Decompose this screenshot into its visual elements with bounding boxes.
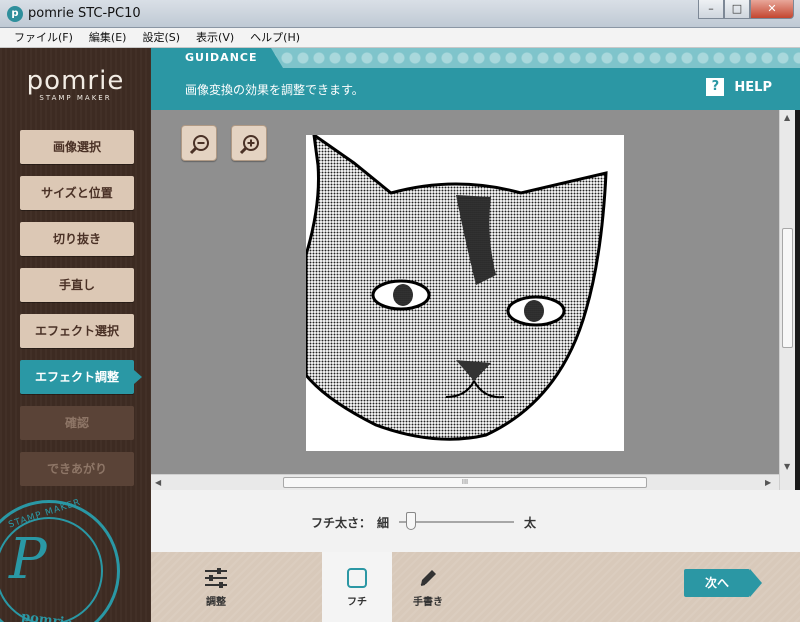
window-title: pomrie STC-PC10 — [28, 6, 141, 21]
bottom-toolbar: 調整 フチ 手書き 次へ — [151, 552, 800, 622]
scroll-left-icon[interactable]: ◀ — [155, 478, 161, 487]
nav-retouch[interactable]: 手直し — [20, 268, 134, 302]
tool-handwrite[interactable]: 手書き — [393, 552, 463, 622]
stamp-maker-seal: STAMP MAKER P pomrie — [0, 498, 120, 622]
nav-size-position[interactable]: サイズと位置 — [20, 176, 134, 210]
menu-view[interactable]: 表示(V) — [196, 28, 234, 47]
tool-adjust-label: 調整 — [206, 597, 226, 608]
border-width-panel: フチ太さ： 細 太 — [151, 490, 800, 552]
close-button[interactable]: ✕ — [750, 0, 794, 19]
menu-file[interactable]: ファイル(F) — [14, 28, 73, 47]
square-outline-icon — [347, 568, 367, 588]
maximize-button[interactable]: □ — [724, 0, 750, 19]
guidance-panel: GUIDANCE 画像変換の効果を調整できます。 ? HELP — [151, 48, 800, 110]
guidance-tab: GUIDANCE — [151, 48, 283, 68]
nav-confirm: 確認 — [20, 406, 134, 440]
stamp-preview-image — [304, 131, 624, 451]
border-width-label: フチ太さ： — [311, 516, 372, 530]
scroll-right-icon[interactable]: ▶ — [765, 478, 771, 487]
zoom-out-button[interactable] — [181, 125, 217, 161]
sliders-icon — [205, 568, 227, 588]
zoom-in-button[interactable] — [231, 125, 267, 161]
next-button[interactable]: 次へ — [684, 569, 762, 597]
menu-settings[interactable]: 設定(S) — [142, 28, 180, 47]
help-label: HELP — [734, 79, 772, 95]
border-thick-label: 太 — [524, 516, 537, 530]
border-width-slider-thumb[interactable] — [405, 512, 416, 530]
help-icon: ? — [706, 78, 725, 96]
zoom-out-icon — [189, 135, 209, 155]
window-controls: – □ ✕ — [698, 0, 794, 19]
horizontal-scrollbar[interactable]: ◀ III ▶ — [151, 474, 779, 490]
scroll-up-icon[interactable]: ▲ — [784, 113, 790, 122]
nav-finished: できあがり — [20, 452, 134, 486]
tool-handwrite-label: 手書き — [413, 597, 443, 608]
guidance-text: 画像変換の効果を調整できます。 — [185, 83, 364, 97]
nav-effect-select[interactable]: エフェクト選択 — [20, 314, 134, 348]
sidebar: pomrie STAMP MAKER 画像選択 サイズと位置 切り抜き 手直し … — [0, 48, 151, 622]
tool-border-label: フチ — [347, 597, 367, 608]
cat-face-image — [304, 131, 608, 441]
horizontal-scroll-thumb[interactable]: III — [283, 477, 647, 488]
help-button[interactable]: ? HELP — [706, 78, 772, 96]
tool-border[interactable]: フチ — [322, 552, 392, 622]
app-logo-icon: p — [7, 6, 23, 22]
logo-name: pomrie — [26, 66, 125, 96]
logo: pomrie STAMP MAKER — [0, 66, 151, 102]
zoom-in-icon — [239, 135, 259, 155]
nav-image-select[interactable]: 画像選択 — [20, 130, 134, 164]
pencil-icon — [420, 570, 436, 586]
border-width-slider[interactable] — [399, 521, 514, 523]
nav-crop[interactable]: 切り抜き — [20, 222, 134, 256]
menu-bar: ファイル(F) 編集(E) 設定(S) 表示(V) ヘルプ(H) — [0, 28, 800, 48]
seal-letter: P — [9, 527, 47, 592]
tool-adjust[interactable]: 調整 — [181, 552, 251, 622]
menu-edit[interactable]: 編集(E) — [89, 28, 127, 47]
logo-subtitle: STAMP MAKER — [39, 94, 112, 102]
preview-canvas — [151, 110, 779, 474]
border-thin-label: 細 — [377, 516, 390, 530]
title-bar: p pomrie STC-PC10 – □ ✕ — [0, 0, 800, 28]
step-nav: 画像選択 サイズと位置 切り抜き 手直し エフェクト選択 エフェクト調整 確認 … — [20, 130, 142, 498]
scroll-down-icon[interactable]: ▼ — [784, 462, 790, 471]
vertical-scroll-thumb[interactable] — [782, 228, 793, 348]
nav-effect-adjust[interactable]: エフェクト調整 — [20, 360, 142, 394]
minimize-button[interactable]: – — [698, 0, 724, 19]
menu-help[interactable]: ヘルプ(H) — [250, 28, 300, 47]
vertical-scrollbar[interactable]: ▲ ▼ — [779, 110, 795, 490]
